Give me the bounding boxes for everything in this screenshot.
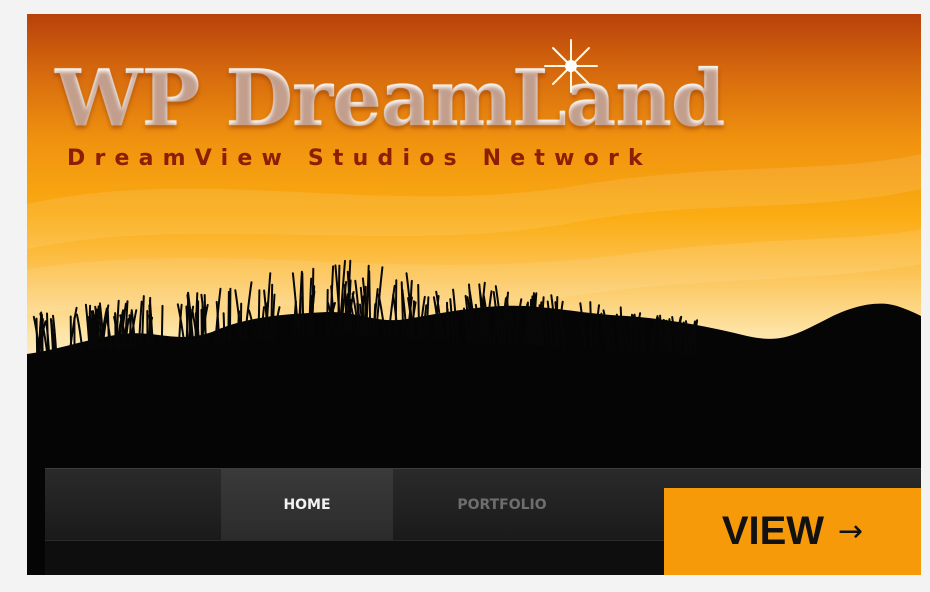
grass-blade [298, 296, 302, 338]
grass-blade [326, 288, 329, 337]
grass-blade [368, 270, 372, 337]
grass-blade [446, 301, 449, 341]
grass-blade [515, 312, 519, 345]
view-button[interactable]: VIEW → [664, 488, 921, 575]
view-button-label: VIEW [721, 509, 825, 553]
grass-blade [228, 287, 232, 342]
nav-item-portfolio[interactable]: PORTFOLIO [397, 469, 607, 541]
theme-preview-card[interactable]: WP DreamLand DreamView Studios Network H… [27, 14, 921, 575]
grass-blade [589, 301, 593, 350]
grass-blade [417, 283, 421, 340]
grass-blade [160, 304, 164, 346]
grass-blade [227, 290, 230, 342]
grass-blade [41, 317, 44, 353]
grass-blade [222, 312, 226, 343]
grass-blade [257, 289, 261, 341]
grass-blade [394, 279, 398, 338]
arrow-right-icon: → [838, 514, 864, 549]
nav-item-home[interactable]: HOME [221, 469, 393, 541]
grass-blade [148, 304, 152, 347]
grass-blade [301, 272, 305, 338]
